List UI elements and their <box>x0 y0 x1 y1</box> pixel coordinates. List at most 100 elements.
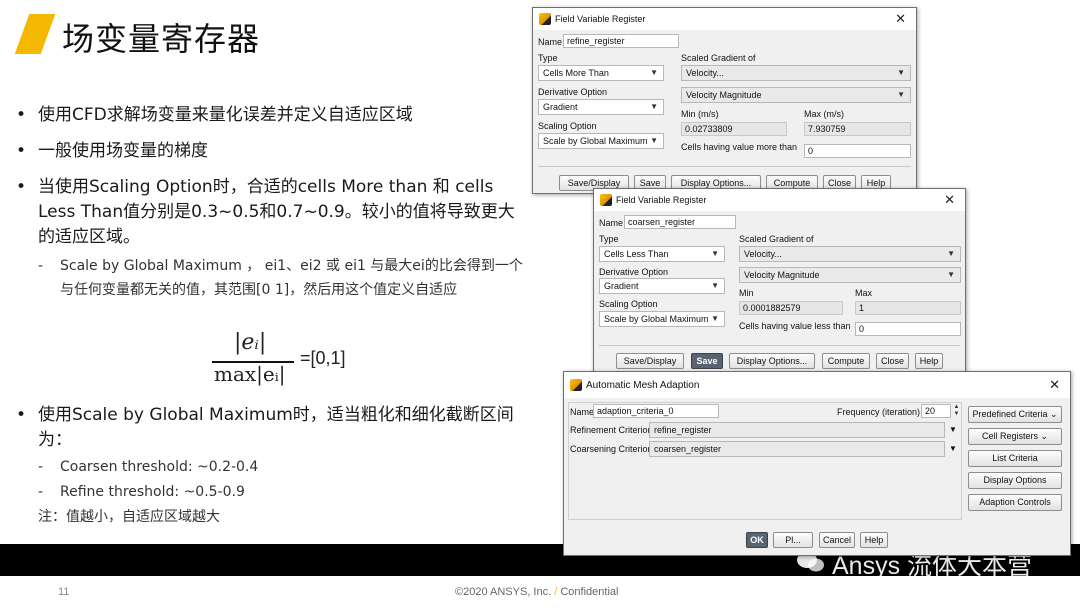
type-dropdown[interactable]: Cells More Than ▼ <box>538 65 664 81</box>
scaled-gradient-value: Velocity... <box>686 68 724 78</box>
close-icon[interactable]: ✕ <box>944 192 955 208</box>
confidential-text: Confidential <box>560 586 619 598</box>
bullet-dot: • <box>16 105 27 125</box>
coarsening-dropdown[interactable]: coarsen_register <box>649 441 945 457</box>
save-button[interactable]: Save <box>691 353 723 369</box>
save-display-button[interactable]: Save/Display <box>616 353 684 369</box>
bullet-text: 当使用Scaling Option时，合适的cells More than 和 … <box>38 177 515 247</box>
chevron-down-icon: ▼ <box>947 249 955 258</box>
chevron-down-icon[interactable]: ▼ <box>949 444 957 453</box>
derivative-label: Derivative Option <box>538 87 608 97</box>
min-label: Min <box>739 288 754 298</box>
display-options-button[interactable]: Display Options... <box>729 353 815 369</box>
dialog-titlebar: Field Variable Register ✕ <box>594 189 965 211</box>
refinement-dropdown[interactable]: refine_register <box>649 422 945 438</box>
frequency-input[interactable]: 20 <box>921 404 951 418</box>
name-label: Name <box>599 218 624 228</box>
formula-range: =[0,1] <box>300 348 346 368</box>
min-field: 0.02733809 <box>681 122 787 136</box>
frequency-label: Frequency (iteration) <box>837 407 921 417</box>
compute-button[interactable]: Compute <box>822 353 870 369</box>
chevron-down-icon: ▼ <box>897 68 905 77</box>
footer-copyright: ©2020 ANSYS, Inc. / Confidential <box>455 586 618 598</box>
derivative-dropdown[interactable]: Gradient ▼ <box>538 99 664 115</box>
list-criteria-button[interactable]: List Criteria <box>968 450 1062 467</box>
quantity-dropdown[interactable]: Velocity Magnitude ▼ <box>681 87 911 103</box>
name-input[interactable]: refine_register <box>563 34 679 48</box>
type-value: Cells More Than <box>543 68 609 78</box>
type-label: Type <box>599 234 619 244</box>
derivative-value: Gradient <box>604 281 639 291</box>
ok-button[interactable]: OK <box>746 532 768 548</box>
formula-denominator: max|eᵢ| <box>214 362 286 386</box>
quantity-value: Velocity Magnitude <box>686 90 762 100</box>
max-label: Max (m/s) <box>804 109 844 119</box>
max-field: 7.930759 <box>804 122 911 136</box>
plot-button[interactable]: Pl... <box>773 532 813 548</box>
name-input[interactable]: adaption_criteria_0 <box>593 404 719 418</box>
quantity-dropdown[interactable]: Velocity Magnitude ▼ <box>739 267 961 283</box>
bullet-text: 使用Scale by Global Maximum时，适当粗化和细化截断区间为： <box>38 405 514 450</box>
chevron-down-icon: ▼ <box>897 90 905 99</box>
scaling-dropdown[interactable]: Scale by Global Maximum ▼ <box>599 311 725 327</box>
scaling-dropdown[interactable]: Scale by Global Maximum ▼ <box>538 133 664 149</box>
threshold-label: Cells having value more than <box>681 142 798 152</box>
name-label: Name <box>570 407 595 417</box>
close-icon[interactable]: ✕ <box>1049 377 1060 393</box>
predefined-criteria-button[interactable]: Predefined Criteria ⌄ <box>968 406 1062 423</box>
scaled-gradient-label: Scaled Gradient of <box>681 53 756 63</box>
threshold-input[interactable]: 0 <box>804 144 911 158</box>
bullet-dot: • <box>16 405 27 425</box>
max-label: Max <box>855 288 873 298</box>
quantity-value: Velocity Magnitude <box>744 270 820 280</box>
scaling-label: Scaling Option <box>538 121 597 131</box>
dialog-title: Automatic Mesh Adaption <box>586 380 700 391</box>
spinner-arrows-icon[interactable]: ▲ ▼ <box>952 404 961 418</box>
divider <box>599 345 960 346</box>
chevron-down-icon[interactable]: ▼ <box>949 425 957 434</box>
scaled-gradient-dropdown[interactable]: Velocity... ▼ <box>681 65 911 81</box>
threshold-label: Cells having value less than <box>739 321 851 331</box>
sub-bullet-text: Scale by Global Maximum ， ei1、ei2 或 ei1 … <box>60 258 523 298</box>
button-label: Cell Registers <box>981 431 1038 441</box>
copyright-text: ©2020 ANSYS, Inc. <box>455 586 552 598</box>
derivative-dropdown[interactable]: Gradient ▼ <box>599 278 725 294</box>
sub-bullet-dash: - <box>38 258 44 274</box>
close-icon[interactable]: ✕ <box>895 11 906 27</box>
help-button[interactable]: Help <box>915 353 943 369</box>
formula-numerator: |eᵢ| <box>234 330 267 355</box>
footer-slash: / <box>554 586 558 598</box>
scaling-value: Scale by Global Maximum <box>543 136 648 146</box>
close-button[interactable]: Close <box>876 353 909 369</box>
dialog-titlebar: Automatic Mesh Adaption ✕ <box>564 372 1070 398</box>
sub-bullet-text: Refine threshold: ~0.5-0.9 <box>60 484 245 500</box>
slide-title: 场变量寄存器 <box>62 20 261 58</box>
coarsen-register-dialog: Field Variable Register ✕ Name coarsen_r… <box>593 188 966 374</box>
cell-registers-button[interactable]: Cell Registers ⌄ <box>968 428 1062 445</box>
sub-bullet-dash: - <box>38 459 44 475</box>
name-input[interactable]: coarsen_register <box>624 215 736 229</box>
display-options-button[interactable]: Display Options <box>968 472 1062 489</box>
chevron-down-icon: ⌄ <box>1050 409 1058 419</box>
bullet-dot: • <box>16 141 27 161</box>
sub-bullet-dash: - <box>38 484 44 500</box>
dialog-titlebar: Field Variable Register ✕ <box>533 8 916 30</box>
chevron-down-icon: ▼ <box>650 102 658 111</box>
type-dropdown[interactable]: Cells Less Than ▼ <box>599 246 725 262</box>
scaled-gradient-label: Scaled Gradient of <box>739 234 814 244</box>
adaption-controls-button[interactable]: Adaption Controls <box>968 494 1062 511</box>
max-field: 1 <box>855 301 961 315</box>
divider <box>538 166 911 167</box>
scaled-gradient-dropdown[interactable]: Velocity... ▼ <box>739 246 961 262</box>
cancel-button[interactable]: Cancel <box>819 532 855 548</box>
bullet-text: 使用CFD求解场变量来量化误差并定义自适应区域 <box>38 105 413 125</box>
refinement-label: Refinement Criterion <box>570 425 653 435</box>
threshold-input[interactable]: 0 <box>855 322 961 336</box>
help-button[interactable]: Help <box>860 532 888 548</box>
derivative-value: Gradient <box>543 102 578 112</box>
page-number: 11 <box>58 586 70 598</box>
button-label: Predefined Criteria <box>972 409 1048 419</box>
note-text: 注：值越小，自适应区域越大 <box>38 509 220 525</box>
coarsening-value: coarsen_register <box>654 444 722 454</box>
dialog-title: Field Variable Register <box>616 195 707 205</box>
